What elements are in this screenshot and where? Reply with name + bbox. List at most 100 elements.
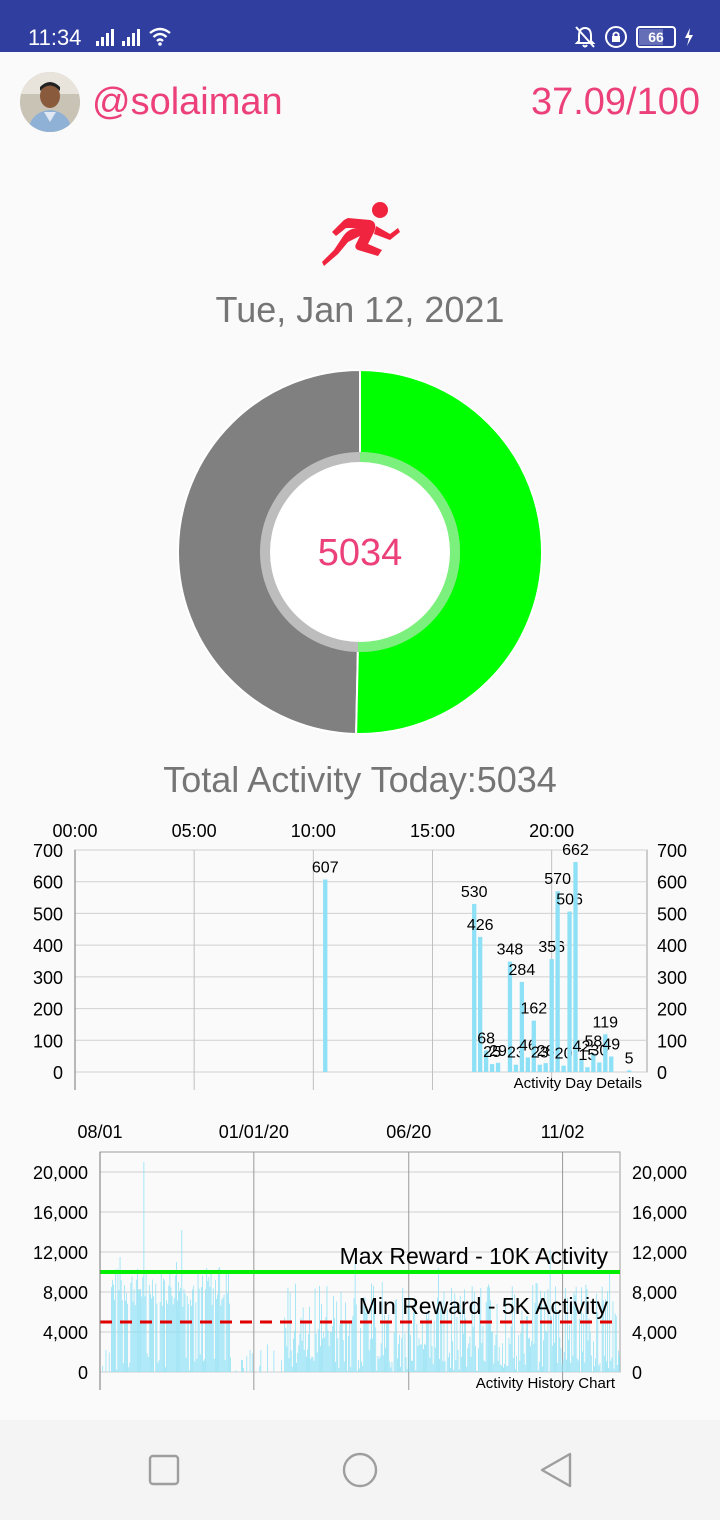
history-bar [361, 1361, 363, 1372]
y-tick-label-left: 8,000 [43, 1283, 88, 1303]
history-bar [323, 1332, 325, 1372]
y-tick-label-right: 20,000 [632, 1163, 687, 1183]
back-button[interactable] [534, 1448, 578, 1492]
y-tick-label-left: 0 [53, 1063, 63, 1083]
history-bar [521, 1310, 523, 1372]
x-tick-label: 05:00 [172, 821, 217, 841]
history-bar [108, 1352, 110, 1372]
day-bar [561, 1065, 566, 1072]
chart-description: Activity Day Details [514, 1075, 642, 1092]
history-bar [470, 1356, 472, 1372]
history-bar [367, 1323, 369, 1372]
history-bar [463, 1333, 464, 1372]
history-bar [557, 1362, 559, 1372]
history-bar [550, 1316, 552, 1372]
y-tick-label-left: 0 [78, 1363, 88, 1383]
history-bar [206, 1268, 208, 1372]
history-bar [318, 1285, 320, 1372]
history-bar [217, 1294, 218, 1372]
history-bar [190, 1299, 191, 1372]
history-bar [417, 1345, 419, 1372]
history-bar [167, 1303, 169, 1372]
y-tick-label-left: 20,000 [33, 1163, 88, 1183]
history-bar [391, 1362, 393, 1372]
day-bar-label: 284 [509, 962, 536, 979]
history-bar [545, 1330, 547, 1372]
day-bar-label: 5 [625, 1050, 634, 1067]
history-bar [376, 1370, 378, 1372]
history-bar [344, 1302, 346, 1372]
history-bar [129, 1362, 131, 1372]
history-bar [576, 1358, 578, 1372]
day-bar [513, 1064, 519, 1072]
history-bar [502, 1343, 503, 1372]
history-bar [491, 1331, 493, 1372]
history-bar [216, 1298, 217, 1372]
history-bar [563, 1351, 565, 1372]
charging-icon [685, 28, 693, 46]
y-tick-label-right: 500 [657, 904, 687, 924]
y-tick-label-left: 200 [33, 1000, 63, 1020]
history-bar [617, 1350, 619, 1372]
history-bar [242, 1360, 243, 1372]
activity-date: Tue, Jan 12, 2021 [215, 289, 505, 330]
history-bar [328, 1346, 330, 1372]
history-bar [565, 1359, 567, 1372]
history-bar [533, 1343, 535, 1372]
history-bar [546, 1332, 548, 1372]
history-bar [422, 1349, 424, 1372]
history-bar [204, 1359, 205, 1372]
history-bar [433, 1320, 435, 1372]
history-bar [390, 1367, 392, 1372]
x-tick-label: 01/01/20 [219, 1122, 289, 1142]
history-bar [599, 1363, 601, 1372]
history-bar [337, 1338, 339, 1372]
history-bar [185, 1357, 187, 1372]
history-bar [326, 1286, 328, 1372]
y-tick-label-left: 600 [33, 873, 63, 893]
history-bar [421, 1320, 423, 1372]
history-bar [171, 1295, 173, 1372]
history-bar [406, 1368, 408, 1372]
avatar[interactable] [20, 72, 80, 132]
recent-apps-button[interactable] [142, 1448, 186, 1492]
history-bar [528, 1338, 529, 1372]
history-bar [347, 1370, 348, 1372]
day-bar [489, 1064, 495, 1072]
history-bar [450, 1367, 451, 1372]
history-bar [416, 1323, 418, 1372]
home-button[interactable] [338, 1448, 382, 1492]
history-bar [439, 1358, 441, 1372]
history-bar [324, 1337, 326, 1372]
history-bar [377, 1356, 379, 1372]
history-bar [497, 1360, 499, 1372]
history-bar [224, 1360, 226, 1372]
history-bar [302, 1307, 304, 1372]
day-bar [519, 981, 525, 1072]
y-tick-label-left: 12,000 [33, 1243, 88, 1263]
history-bar [229, 1303, 230, 1372]
history-bar [208, 1276, 210, 1372]
day-bar-label: 506 [556, 892, 583, 909]
history-bar [165, 1367, 166, 1372]
username: @solaiman [92, 81, 283, 123]
y-tick-label-left: 500 [33, 904, 63, 924]
history-bar [543, 1340, 545, 1372]
history-bar [194, 1361, 196, 1372]
history-bar [348, 1335, 350, 1372]
day-bar-label: 426 [467, 917, 494, 934]
history-bar [259, 1365, 261, 1372]
history-bar [143, 1162, 145, 1372]
history-bar [352, 1315, 354, 1372]
day-bar [567, 911, 572, 1072]
history-bar [290, 1350, 292, 1372]
history-bar [590, 1355, 592, 1372]
history-bar [331, 1326, 333, 1372]
day-bar-label: 356 [538, 939, 565, 956]
day-bar-label: 530 [461, 884, 488, 901]
history-bar [577, 1360, 579, 1372]
history-bar [198, 1288, 200, 1372]
history-bar [294, 1330, 295, 1372]
history-bar [415, 1370, 417, 1372]
history-bar [200, 1287, 202, 1372]
